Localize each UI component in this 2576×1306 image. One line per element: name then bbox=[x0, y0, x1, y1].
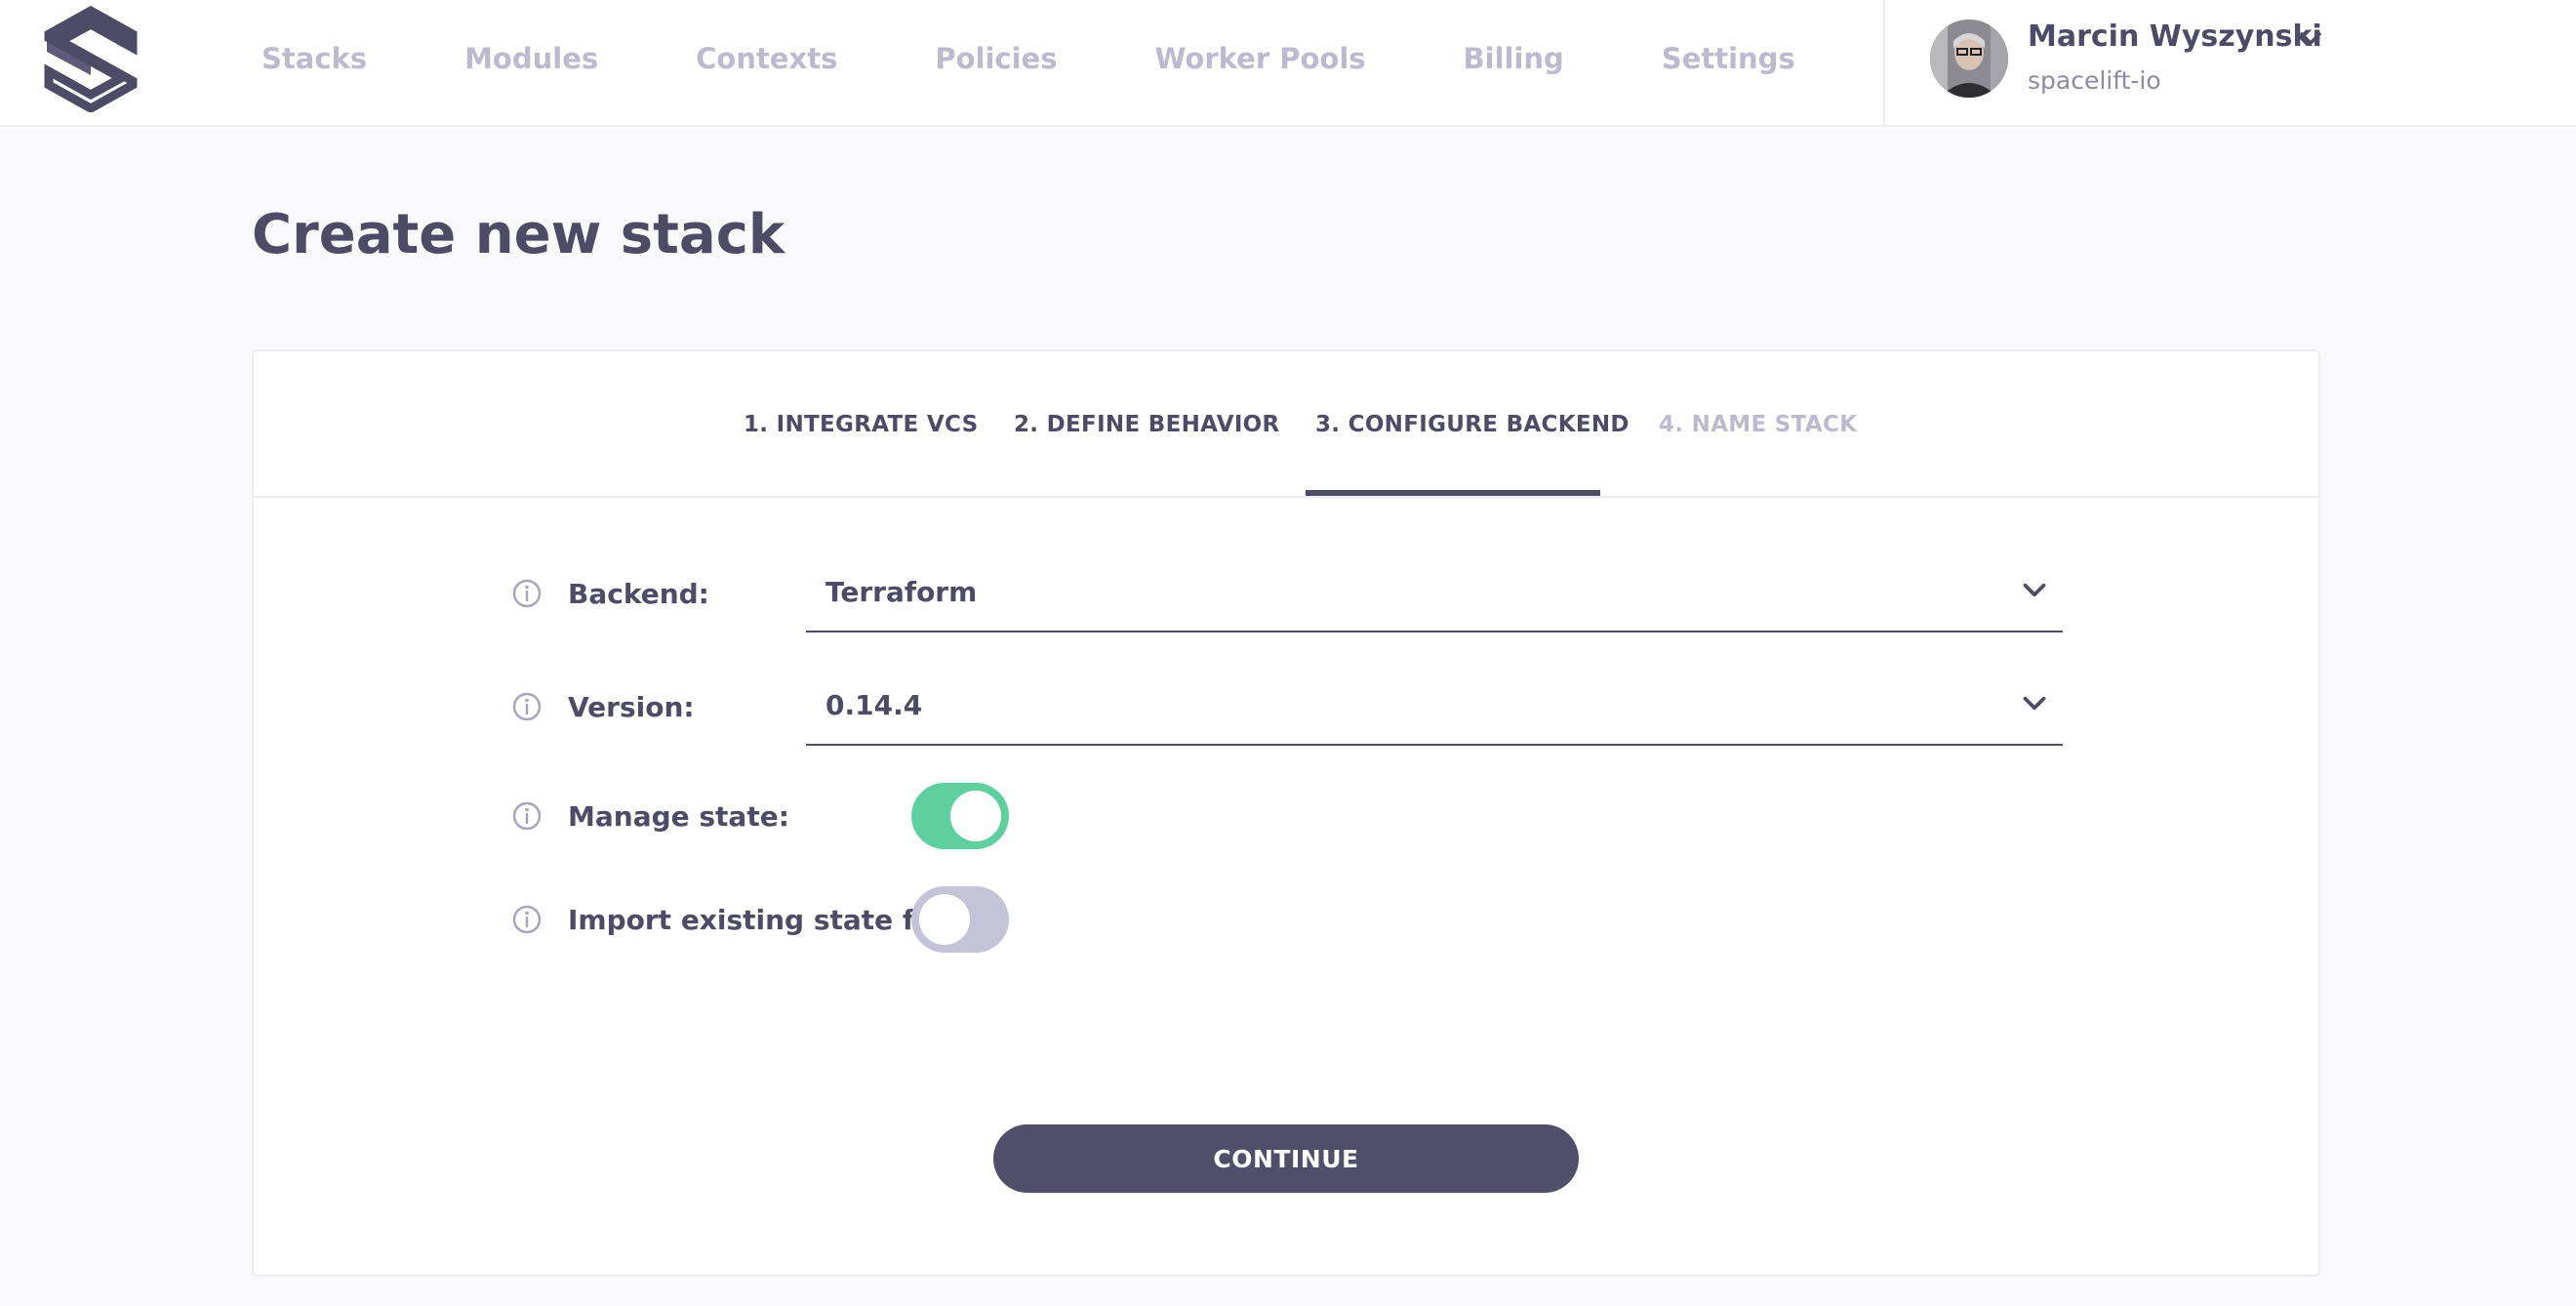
step-integrate-vcs[interactable]: 1. INTEGRATE VCS bbox=[744, 412, 978, 437]
top-navigation-bar: Stacks Modules Contexts Policies Worker … bbox=[0, 0, 2576, 127]
nav-item-stacks[interactable]: Stacks bbox=[262, 42, 367, 75]
stepper: 1. INTEGRATE VCS 2. DEFINE BEHAVIOR 3. C… bbox=[254, 351, 2318, 498]
user-menu[interactable]: Marcin Wyszynski spacelift-io bbox=[1883, 0, 2576, 127]
create-stack-card: 1. INTEGRATE VCS 2. DEFINE BEHAVIOR 3. C… bbox=[252, 349, 2320, 1277]
nav-item-billing[interactable]: Billing bbox=[1464, 42, 1564, 75]
step-define-behavior[interactable]: 2. DEFINE BEHAVIOR bbox=[1014, 412, 1280, 437]
spacelift-logo-icon[interactable] bbox=[43, 5, 139, 112]
user-org: spacelift-io bbox=[2028, 66, 2161, 95]
nav-item-modules[interactable]: Modules bbox=[464, 42, 598, 75]
info-icon[interactable] bbox=[511, 578, 543, 609]
nav-item-policies[interactable]: Policies bbox=[935, 42, 1057, 75]
step-name-stack: 4. NAME STACK bbox=[1659, 412, 1858, 437]
import-state-toggle[interactable] bbox=[911, 886, 1009, 953]
backend-select[interactable]: Terraform bbox=[806, 562, 2063, 633]
toggle-knob bbox=[950, 791, 1001, 841]
version-select[interactable]: 0.14.4 bbox=[806, 675, 2063, 746]
backend-select-value: Terraform bbox=[825, 576, 978, 608]
page-title: Create new stack bbox=[252, 203, 785, 266]
main-nav: Stacks Modules Contexts Policies Worker … bbox=[262, 0, 1893, 117]
chevron-down-icon[interactable] bbox=[2295, 23, 2326, 55]
step-configure-backend[interactable]: 3. CONFIGURE BACKEND bbox=[1315, 412, 1630, 437]
manage-state-toggle[interactable] bbox=[911, 783, 1009, 849]
nav-item-worker-pools[interactable]: Worker Pools bbox=[1154, 42, 1365, 75]
continue-button[interactable]: CONTINUE bbox=[993, 1124, 1579, 1193]
manage-state-label: Manage state: bbox=[568, 800, 789, 833]
info-icon[interactable] bbox=[511, 800, 543, 832]
chevron-down-icon bbox=[2023, 583, 2046, 597]
nav-item-settings[interactable]: Settings bbox=[1662, 42, 1795, 75]
info-icon[interactable] bbox=[511, 691, 543, 722]
import-state-label: Import existing state file: bbox=[568, 904, 962, 936]
chevron-down-icon bbox=[2023, 696, 2046, 711]
toggle-knob bbox=[919, 894, 970, 945]
version-select-value: 0.14.4 bbox=[825, 689, 923, 721]
nav-item-contexts[interactable]: Contexts bbox=[696, 42, 837, 75]
user-name[interactable]: Marcin Wyszynski bbox=[2028, 20, 2322, 54]
version-label: Version: bbox=[568, 691, 695, 723]
active-step-indicator bbox=[1306, 490, 1600, 496]
backend-label: Backend: bbox=[568, 578, 709, 610]
info-icon[interactable] bbox=[511, 904, 543, 935]
avatar[interactable] bbox=[1930, 20, 2008, 98]
